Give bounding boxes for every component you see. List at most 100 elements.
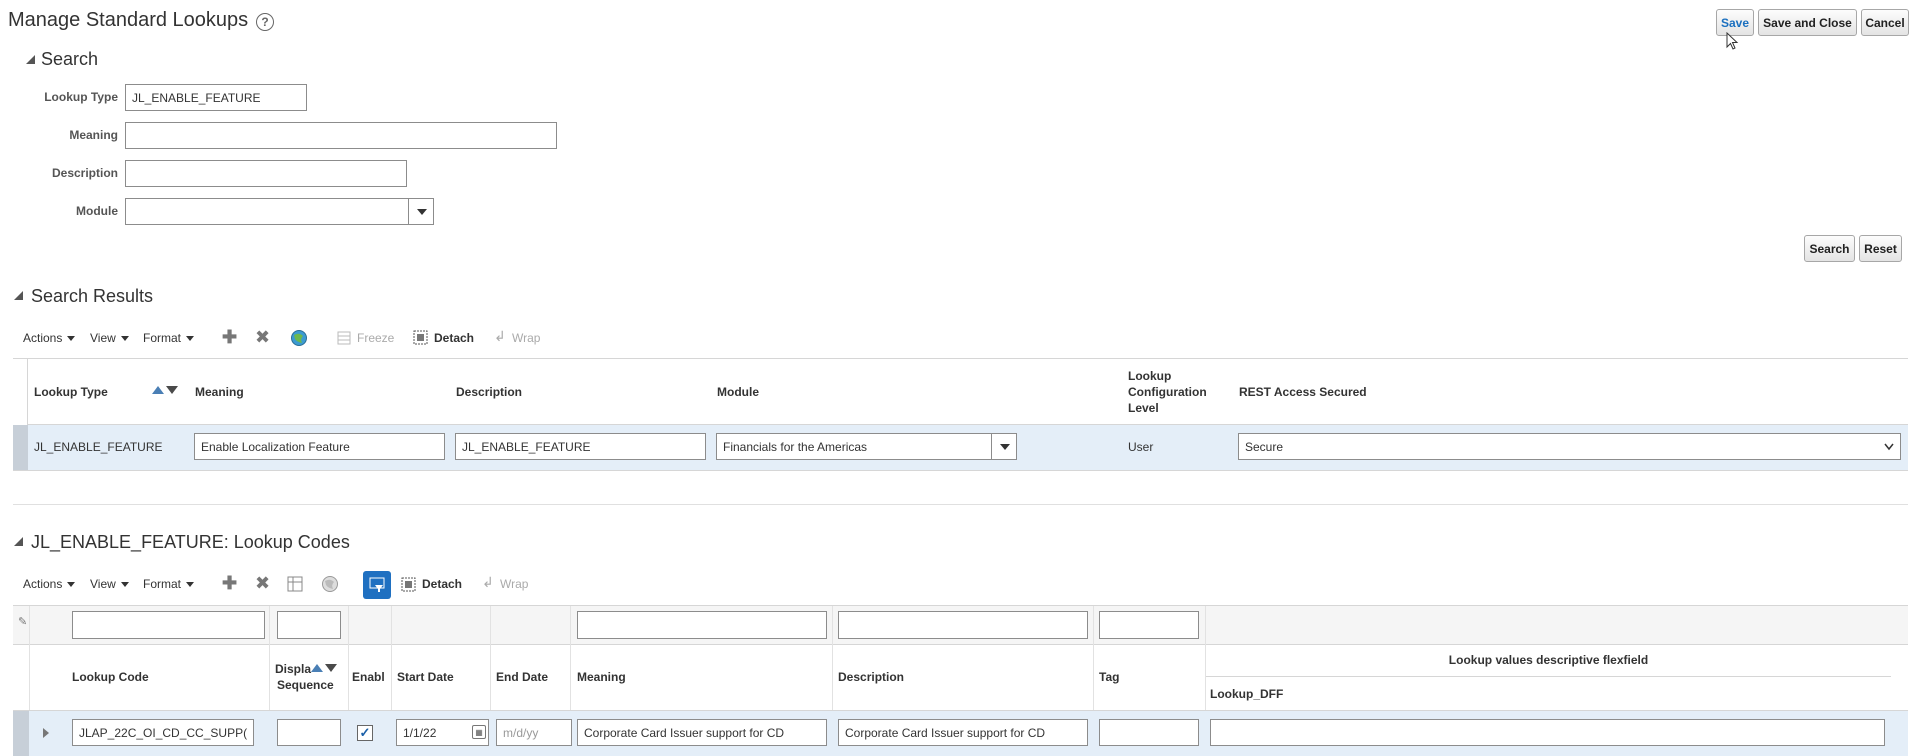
detach-icon[interactable] (401, 577, 416, 592)
row-start-date-input[interactable]: 1/1/22 ▦ (396, 719, 489, 746)
codes-format-menu[interactable]: Format (143, 577, 195, 591)
row-meaning-input[interactable]: Enable Localization Feature (194, 433, 445, 460)
row-module-select[interactable]: Financials for the Americas (716, 433, 1017, 460)
view-label: View (90, 577, 116, 591)
chevron-down-icon (67, 335, 76, 341)
col-enabled[interactable]: Enabl (352, 670, 390, 684)
row-rest-access-value: Secure (1245, 439, 1284, 454)
col-lookup-dff[interactable]: Lookup_DFF (1210, 687, 1283, 701)
collapse-search-icon[interactable] (26, 55, 35, 64)
search-button[interactable]: Search (1804, 235, 1855, 262)
row-lookup-code-input[interactable]: JLAP_22C_OI_CD_CC_SUPP( (72, 719, 254, 746)
row-config-level: User (1128, 440, 1154, 454)
chevron-down-icon (416, 208, 427, 215)
description-label: Description (51, 166, 118, 180)
description-input[interactable] (125, 160, 407, 187)
add-icon[interactable]: ✚ (222, 574, 237, 592)
filter-display-sequence[interactable] (277, 611, 341, 639)
module-select[interactable] (125, 198, 434, 225)
actions-label: Actions (23, 331, 63, 345)
row-tag-input[interactable] (1099, 719, 1199, 746)
format-menu[interactable]: Format (143, 331, 195, 345)
col-meaning[interactable]: Meaning (195, 385, 244, 399)
col-config-level-line3[interactable]: Level (1128, 401, 1159, 415)
col-tag[interactable]: Tag (1099, 670, 1119, 684)
col-meaning[interactable]: Meaning (577, 670, 626, 684)
row-rest-access-select[interactable]: Secure (1238, 433, 1901, 460)
col-description[interactable]: Description (838, 670, 904, 684)
filter-description[interactable] (838, 611, 1088, 639)
col-end-date[interactable]: End Date (496, 670, 548, 684)
row-selector[interactable] (13, 711, 29, 756)
save-and-close-button[interactable]: Save and Close (1758, 9, 1857, 36)
globe-icon[interactable] (290, 329, 308, 347)
row-dff-input[interactable] (1210, 719, 1885, 746)
globe-icon[interactable] (321, 575, 339, 593)
sort-ascending-icon[interactable] (311, 664, 323, 672)
codes-section-title: JL_ENABLE_FEATURE: Lookup Codes (31, 532, 350, 552)
row-module-dropdown-button[interactable] (991, 434, 1016, 459)
table-grid-icon[interactable] (287, 576, 303, 592)
col-rest-access[interactable]: REST Access Secured (1239, 385, 1367, 399)
col-description[interactable]: Description (456, 385, 522, 399)
row-start-date-value: 1/1/22 (403, 725, 437, 740)
chevron-down-icon (120, 335, 129, 341)
codes-wrap-button: Wrap (500, 577, 529, 591)
delete-icon[interactable]: ✖ (255, 574, 270, 592)
codes-detach-button[interactable]: Detach (422, 577, 462, 591)
calendar-icon[interactable]: ▦ (472, 725, 486, 739)
sort-descending-icon[interactable] (325, 664, 337, 672)
col-display-sequence-line1[interactable]: Displa (275, 662, 311, 676)
row-end-date-input[interactable]: m/d/yy (496, 719, 572, 746)
help-icon[interactable]: ? (256, 13, 274, 31)
col-lookup-code[interactable]: Lookup Code (72, 670, 149, 684)
row-description-input[interactable]: Corporate Card Issuer support for CD (838, 719, 1088, 746)
reset-button[interactable]: Reset (1859, 235, 1902, 262)
detach-icon[interactable] (413, 330, 428, 345)
row-selector[interactable] (13, 425, 28, 470)
expand-row-icon[interactable] (43, 728, 49, 738)
sort-ascending-icon[interactable] (152, 386, 164, 394)
collapse-results-icon[interactable] (14, 291, 23, 300)
meaning-input[interactable] (125, 122, 557, 149)
module-dropdown-button[interactable] (408, 199, 433, 224)
chevron-down-icon (999, 443, 1010, 450)
codes-view-menu[interactable]: View (90, 577, 129, 591)
col-config-level-line2[interactable]: Configuration (1128, 385, 1207, 399)
actions-menu[interactable]: Actions (23, 331, 76, 345)
col-module[interactable]: Module (717, 385, 759, 399)
filter-meaning[interactable] (577, 611, 827, 639)
row-enabled-checkbox[interactable]: ✓ (357, 725, 373, 741)
freeze-icon (337, 331, 351, 345)
mouse-cursor-icon (1726, 32, 1739, 50)
col-display-sequence-line2[interactable]: Sequence (277, 678, 334, 692)
row-module-value: Financials for the Americas (723, 439, 868, 454)
query-by-example-button[interactable] (363, 571, 391, 599)
add-icon[interactable]: ✚ (222, 328, 237, 346)
results-section-title: Search Results (31, 286, 154, 306)
collapse-codes-icon[interactable] (14, 537, 23, 546)
format-label: Format (143, 577, 182, 591)
codes-actions-menu[interactable]: Actions (23, 577, 76, 591)
col-lookup-type[interactable]: Lookup Type (34, 385, 108, 399)
filter-lookup-code[interactable] (72, 611, 265, 639)
row-display-sequence-input[interactable] (277, 719, 341, 746)
chevron-down-icon (1884, 443, 1894, 451)
delete-icon[interactable]: ✖ (255, 328, 270, 346)
sort-icons[interactable] (152, 386, 178, 394)
sort-descending-icon[interactable] (166, 386, 178, 394)
lookup-type-input[interactable]: JL_ENABLE_FEATURE (125, 84, 307, 111)
cancel-button[interactable]: Cancel (1861, 9, 1909, 36)
row-end-date-placeholder: m/d/yy (503, 725, 539, 740)
detach-button[interactable]: Detach (434, 331, 474, 345)
row-description-input[interactable]: JL_ENABLE_FEATURE (455, 433, 706, 460)
filter-tag[interactable] (1099, 611, 1199, 639)
row-meaning-input[interactable]: Corporate Card Issuer support for CD (577, 719, 827, 746)
col-config-level-line1[interactable]: Lookup (1128, 369, 1171, 383)
search-section-title: Search (41, 49, 99, 69)
actions-label: Actions (23, 577, 63, 591)
sort-icons[interactable] (311, 664, 337, 672)
view-menu[interactable]: View (90, 331, 129, 345)
col-start-date[interactable]: Start Date (397, 670, 454, 684)
filter-icon (369, 577, 385, 592)
